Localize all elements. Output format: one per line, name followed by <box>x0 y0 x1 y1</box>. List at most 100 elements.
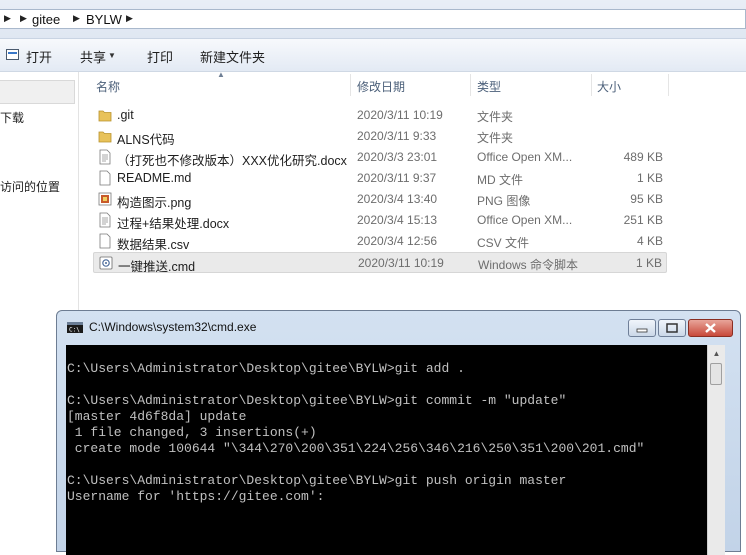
file-date: 2020/3/4 12:56 <box>357 234 438 248</box>
minimize-button[interactable] <box>628 319 656 337</box>
file-row[interactable]: 构造图示.png 2020/3/4 13:40 PNG 图像 95 KB <box>93 189 667 210</box>
file-type: Office Open XM... <box>477 213 573 227</box>
address-bar: ▶ ▶ gitee ▶ BYLW ▶ <box>0 0 746 39</box>
file-row-selected[interactable]: 一键推送.cmd 2020/3/11 10:19 Windows 命令脚本 1 … <box>93 252 667 275</box>
file-type: Office Open XM... <box>477 150 573 164</box>
file-name[interactable]: 构造图示.png <box>117 192 191 211</box>
script-icon <box>99 255 113 271</box>
file-size: 489 KB <box>623 150 663 164</box>
console-line: C:\Users\Administrator\Desktop\gitee\BYL… <box>67 473 567 488</box>
scrollbar-thumb[interactable] <box>710 363 722 385</box>
maximize-button[interactable] <box>658 319 686 337</box>
navigation-pane: 下载 访问的位置 <box>0 72 78 312</box>
file-row[interactable]: .git 2020/3/11 10:19 文件夹 <box>93 105 667 126</box>
file-name[interactable]: 数据结果.csv <box>117 234 189 253</box>
file-date: 2020/3/4 13:40 <box>357 192 438 206</box>
command-bar: 打开 共享 ▼ 打印 新建文件夹 <box>0 39 746 72</box>
console-line: create mode 100644 "\344\270\200\351\224… <box>67 441 645 456</box>
file-type: 文件夹 <box>477 110 514 124</box>
file-icon <box>98 233 112 249</box>
vertical-scrollbar[interactable]: ▲ <box>707 345 725 555</box>
folder-icon <box>98 107 112 123</box>
chevron-down-icon: ▼ <box>108 51 116 60</box>
file-type: MD 文件 <box>477 173 523 187</box>
console-output[interactable]: C:\Users\Administrator\Desktop\gitee\BYL… <box>66 345 707 555</box>
file-row[interactable]: 数据结果.csv 2020/3/4 12:56 CSV 文件 4 KB <box>93 231 667 252</box>
console-line: [master 4d6f8da] update <box>67 409 247 424</box>
file-size: 251 KB <box>623 213 663 227</box>
column-separator[interactable] <box>350 74 351 96</box>
column-header-size[interactable]: 大小 <box>597 78 621 95</box>
file-date: 2020/3/11 9:33 <box>357 129 437 143</box>
file-date: 2020/3/11 10:19 <box>357 108 443 122</box>
maximize-icon <box>666 323 678 333</box>
chevron-right-icon[interactable]: ▶ <box>20 13 27 24</box>
close-icon <box>705 323 716 333</box>
column-separator[interactable] <box>470 74 471 96</box>
breadcrumb[interactable]: ▶ ▶ gitee ▶ BYLW ▶ <box>0 9 746 29</box>
console-line: 1 file changed, 3 insertions(+) <box>67 425 317 440</box>
file-size: 95 KB <box>630 192 663 206</box>
console-line: Username for 'https://gitee.com': <box>67 489 325 504</box>
column-header-type[interactable]: 类型 <box>477 78 501 95</box>
svg-text:C:\: C:\ <box>69 327 80 334</box>
open-button[interactable]: 打开 <box>26 47 52 66</box>
print-button[interactable]: 打印 <box>147 47 173 66</box>
document-icon <box>98 212 112 228</box>
file-row[interactable]: （打死也不修改版本）XXX优化研究.docx 2020/3/3 23:01 Of… <box>93 147 667 168</box>
document-icon <box>98 149 112 165</box>
file-date: 2020/3/11 10:19 <box>358 256 444 270</box>
folder-icon <box>98 128 112 144</box>
cmd-titlebar[interactable]: C:\ C:\Windows\system32\cmd.exe <box>57 311 740 343</box>
file-type: CSV 文件 <box>477 236 530 250</box>
sort-ascending-icon: ▲ <box>217 70 225 79</box>
file-date: 2020/3/4 15:13 <box>357 213 438 227</box>
minimize-icon <box>636 328 648 333</box>
file-name[interactable]: 过程+结果处理.docx <box>117 213 229 232</box>
file-size: 1 KB <box>636 171 663 185</box>
file-size: 1 KB <box>635 256 662 270</box>
file-icon <box>98 170 112 186</box>
file-date: 2020/3/11 9:37 <box>357 171 437 185</box>
nav-item-recent-places[interactable]: 访问的位置 <box>0 178 60 195</box>
column-header-date[interactable]: 修改日期 <box>357 78 405 95</box>
nav-selected-item[interactable] <box>0 80 75 104</box>
console-line: C:\Users\Administrator\Desktop\gitee\BYL… <box>67 393 567 408</box>
chevron-right-icon[interactable]: ▶ <box>4 13 11 24</box>
file-row[interactable]: README.md 2020/3/11 9:37 MD 文件 1 KB <box>93 168 667 189</box>
file-name[interactable]: .git <box>117 108 134 122</box>
close-button[interactable] <box>688 319 733 337</box>
column-separator[interactable] <box>668 74 669 96</box>
chevron-right-icon[interactable]: ▶ <box>73 13 80 24</box>
pane-divider[interactable] <box>78 72 79 312</box>
scroll-up-icon[interactable]: ▲ <box>708 345 725 362</box>
file-name[interactable]: 一键推送.cmd <box>118 256 195 275</box>
file-row[interactable]: ALNS代码 2020/3/11 9:33 文件夹 <box>93 126 667 147</box>
nav-item-downloads[interactable]: 下载 <box>0 109 24 126</box>
chevron-right-icon[interactable]: ▶ <box>126 13 133 24</box>
image-icon <box>98 191 112 207</box>
cmd-app-icon: C:\ <box>67 322 83 334</box>
breadcrumb-item-bylw[interactable]: BYLW <box>86 12 122 27</box>
column-header-name[interactable]: 名称 <box>96 78 120 95</box>
breadcrumb-item-gitee[interactable]: gitee <box>32 12 60 27</box>
column-separator[interactable] <box>591 74 592 96</box>
file-type: 文件夹 <box>477 131 514 145</box>
new-folder-button[interactable]: 新建文件夹 <box>200 47 265 66</box>
file-type: PNG 图像 <box>477 194 531 208</box>
file-size: 4 KB <box>636 234 663 248</box>
file-name[interactable]: ALNS代码 <box>117 129 175 148</box>
file-name[interactable]: （打死也不修改版本）XXX优化研究.docx <box>117 150 347 169</box>
share-button[interactable]: 共享 <box>80 47 106 66</box>
cmd-window[interactable]: C:\ C:\Windows\system32\cmd.exe C:\Users… <box>56 310 741 555</box>
file-row[interactable]: 过程+结果处理.docx 2020/3/4 15:13 Office Open … <box>93 210 667 231</box>
open-icon <box>6 48 19 61</box>
cmd-window-title: C:\Windows\system32\cmd.exe <box>89 320 257 334</box>
console-line: C:\Users\Administrator\Desktop\gitee\BYL… <box>67 361 465 376</box>
file-date: 2020/3/3 23:01 <box>357 150 438 164</box>
file-type: Windows 命令脚本 <box>478 258 579 272</box>
file-name[interactable]: README.md <box>117 171 191 185</box>
